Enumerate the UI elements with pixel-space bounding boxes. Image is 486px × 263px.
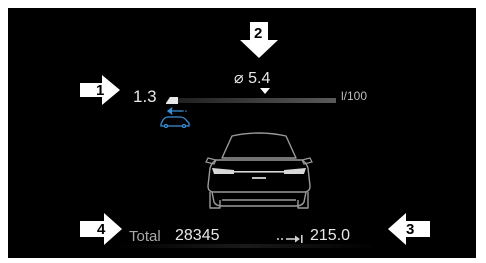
callout-4: 4 (80, 213, 122, 245)
callout-1: 1 (80, 75, 120, 105)
callout-number: 1 (96, 82, 105, 99)
average-value: 5.4 (248, 70, 271, 87)
consumption-unit: l/100 (341, 89, 368, 103)
current-consumption: 1.3 (133, 87, 157, 106)
callout-number: 3 (406, 221, 415, 238)
callout-3: 3 (388, 213, 430, 245)
callout-number: 4 (97, 221, 106, 238)
trip-distance: 215.0 (310, 227, 351, 244)
total-label: Total (129, 228, 161, 245)
trip-arrow-icon (277, 235, 303, 243)
average-symbol: ⌀ (234, 70, 244, 87)
total-distance: 28345 (175, 227, 220, 244)
car-rear-icon (205, 132, 313, 209)
car-recuperation-icon (160, 107, 190, 129)
average-marker-icon (260, 88, 270, 94)
bar-track (166, 98, 336, 103)
callout-2: 2 (240, 22, 278, 58)
average-consumption: ⌀ 5.4 (234, 68, 270, 88)
consumption-bar (166, 92, 336, 104)
callout-number: 2 (254, 25, 263, 42)
cluster-display: 2 1 1.3 ⌀ 5.4 l/100 4 Total 28345 215.0 … (8, 8, 476, 258)
